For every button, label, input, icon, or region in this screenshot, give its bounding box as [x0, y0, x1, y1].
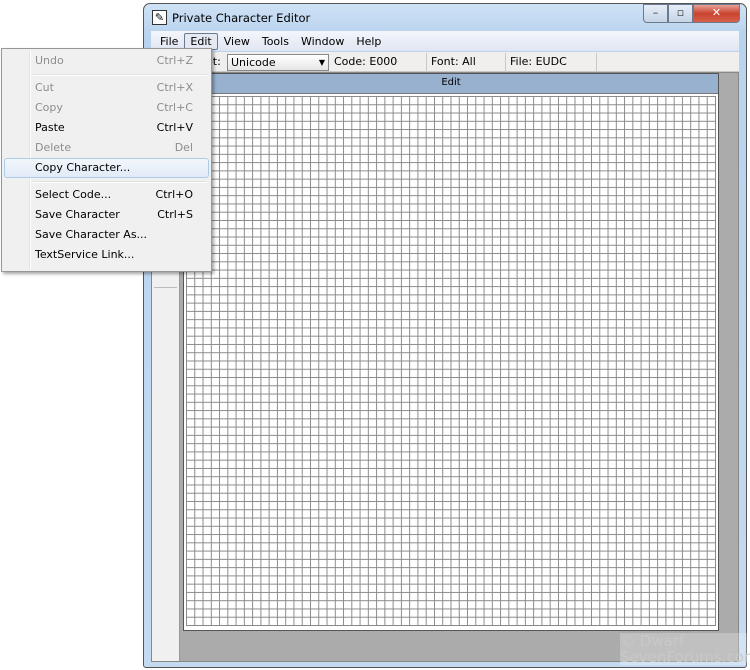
menu-view[interactable]: View — [218, 33, 256, 50]
edit-menu-dropdown: Undo Ctrl+Z Cut Ctrl+X Copy Ctrl+C Paste Ctr… — [1, 48, 212, 272]
watermark-line1: © Dwarf — [620, 632, 685, 650]
label: TextService Link... — [35, 248, 135, 261]
label: Save Character — [35, 208, 120, 221]
app-window: ✎ Private Character Editor – ▫ ✕ File Ed… — [143, 3, 747, 668]
charset-value: Unicode — [231, 56, 276, 69]
menu-item-textservice-link[interactable]: TextService Link... — [4, 245, 209, 265]
menu-item-copy[interactable]: Copy Ctrl+C — [4, 98, 209, 118]
menu-item-paste[interactable]: Paste Ctrl+V — [4, 118, 209, 138]
shortcut: Ctrl+O — [155, 188, 193, 201]
menu-bar: File Edit View Tools Window Help — [151, 31, 739, 51]
charset-select[interactable]: Unicode ▼ — [227, 54, 329, 71]
menu-item-save-character[interactable]: Save Character Ctrl+S — [4, 205, 209, 225]
shortcut: Ctrl+X — [156, 81, 193, 94]
label: Select Code... — [35, 188, 112, 201]
label: Paste — [35, 121, 65, 134]
mdi-client: Edit — [151, 72, 739, 662]
edit-window: Edit — [183, 73, 719, 631]
menu-window[interactable]: Window — [295, 33, 350, 50]
menu-item-copy-character[interactable]: Copy Character... — [4, 158, 209, 178]
shortcut: Del — [174, 141, 193, 154]
label: Cut — [35, 81, 54, 94]
menu-item-save-character-as[interactable]: Save Character As... — [4, 225, 209, 245]
label: Copy — [35, 101, 63, 114]
menu-item-select-code[interactable]: Select Code... Ctrl+O — [4, 185, 209, 205]
menu-tools[interactable]: Tools — [256, 33, 295, 50]
shortcut: Ctrl+C — [156, 101, 193, 114]
label: Save Character As... — [35, 228, 148, 241]
menu-edit[interactable]: Edit — [184, 32, 218, 50]
window-title: Private Character Editor — [172, 11, 311, 25]
menu-item-undo[interactable]: Undo Ctrl+Z — [4, 51, 209, 71]
label: Undo — [35, 54, 64, 67]
shortcut: Ctrl+V — [156, 121, 193, 134]
close-button[interactable]: ✕ — [693, 4, 740, 23]
dropdown-arrow-icon: ▼ — [318, 58, 325, 67]
minimize-button[interactable]: – — [643, 4, 668, 23]
shortcut: Ctrl+S — [157, 208, 193, 221]
toolbar: et: Unicode ▼ Code: E000 Font: All File: … — [151, 52, 739, 72]
code-field: Code: E000 — [331, 53, 427, 71]
shortcut: Ctrl+Z — [156, 54, 193, 67]
menu-item-delete[interactable]: Delete Del — [4, 138, 209, 158]
menu-help[interactable]: Help — [350, 33, 387, 50]
maximize-button[interactable]: ▫ — [668, 4, 693, 23]
menu-item-cut[interactable]: Cut Ctrl+X — [4, 78, 209, 98]
font-field: Font: All — [428, 53, 506, 71]
menu-separator — [4, 71, 209, 78]
glyph-grid[interactable] — [186, 96, 716, 626]
edit-window-title[interactable]: Edit — [184, 74, 718, 94]
label: Delete — [35, 141, 72, 154]
label: Copy Character... — [35, 161, 131, 174]
pen-icon: ✎ — [152, 10, 167, 25]
watermark: © Dwarf SevenForums.com — [620, 633, 750, 665]
watermark-line2: SevenForums.com — [620, 648, 750, 666]
title-bar[interactable]: ✎ Private Character Editor – ▫ ✕ — [144, 4, 746, 32]
menu-separator — [4, 178, 209, 185]
file-field: File: EUDC — [507, 53, 597, 71]
menu-file[interactable]: File — [154, 33, 184, 50]
